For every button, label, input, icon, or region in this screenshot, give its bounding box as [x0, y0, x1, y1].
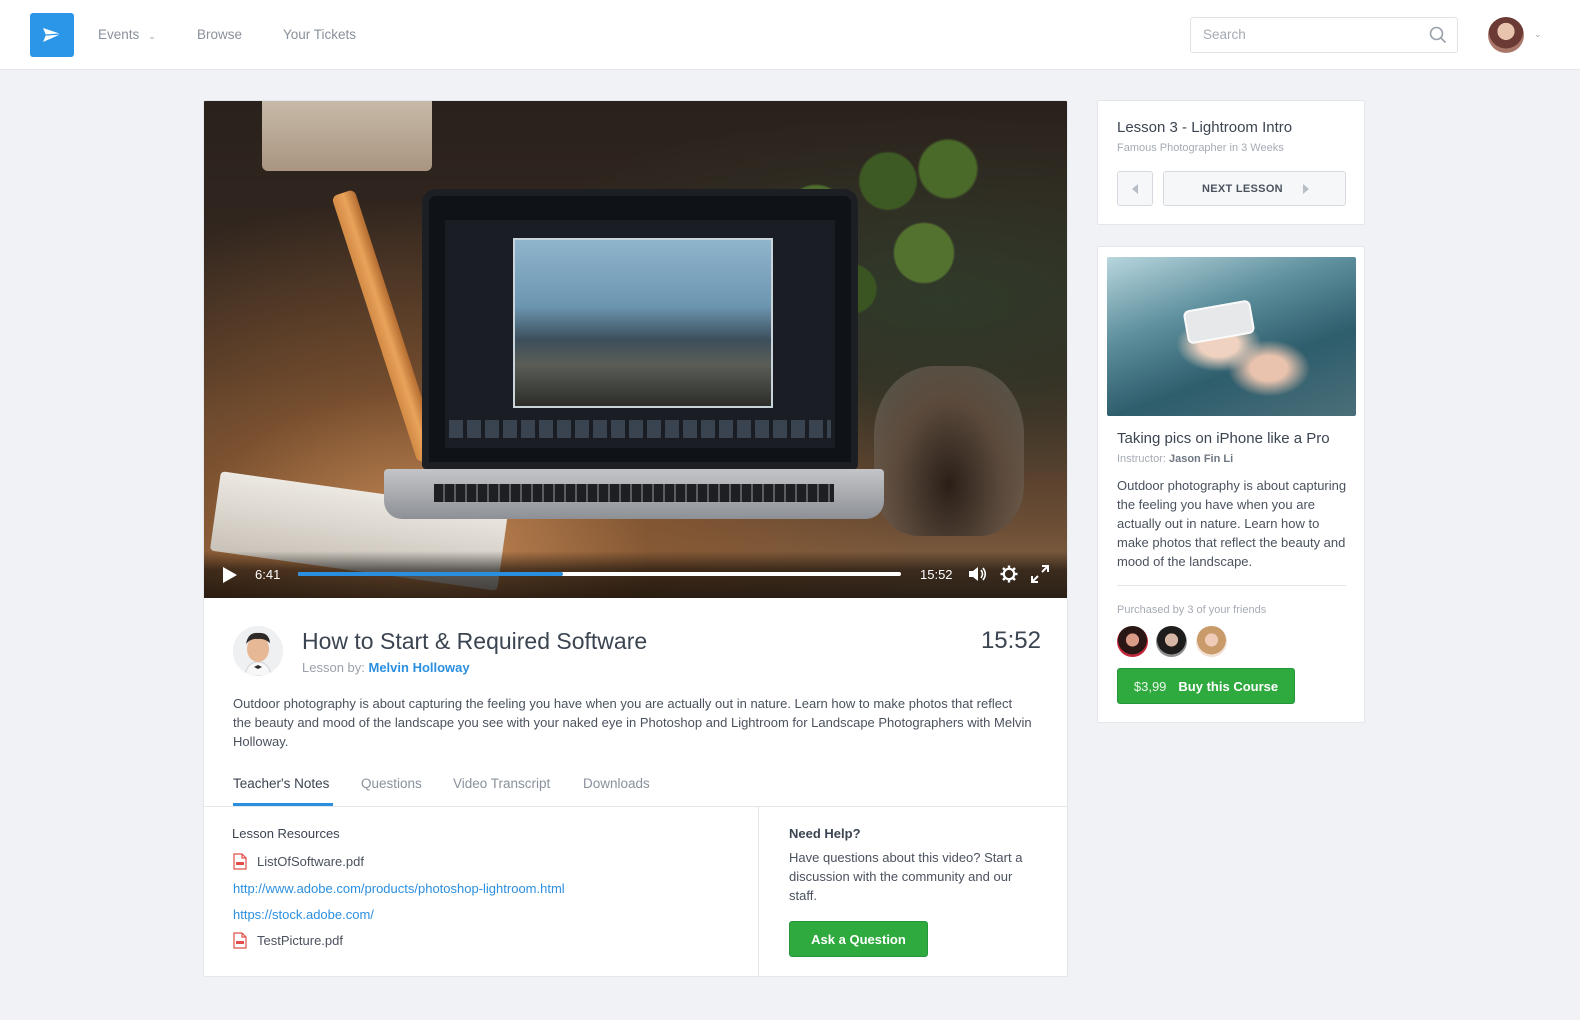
teacher-portrait: [233, 626, 283, 676]
lesson-title: How to Start & Required Software: [302, 628, 648, 654]
course-title[interactable]: Taking pics on iPhone like a Pro: [1117, 430, 1330, 447]
previous-lesson-button[interactable]: [1117, 171, 1153, 206]
teacher-link[interactable]: Melvin Holloway: [369, 660, 470, 675]
lesson-by: Lesson by: Melvin Holloway: [302, 660, 470, 675]
instructor-label: Instructor:: [1117, 453, 1166, 465]
friend-avatar[interactable]: [1196, 626, 1227, 657]
nav-your-tickets[interactable]: Your Tickets: [283, 27, 356, 42]
next-lesson-title: Lesson 3 - Lightroom Intro: [1117, 119, 1293, 136]
video-frame-laptop: [422, 189, 858, 469]
lesson-resources: Lesson Resources ListOfSoftware.pdf http…: [204, 807, 759, 976]
chevron-down-icon: ⌄: [148, 31, 156, 41]
active-tab-indicator: [233, 803, 333, 806]
progress-fill: [298, 572, 564, 576]
total-time: 15:52: [920, 567, 953, 582]
divider: [1117, 585, 1346, 586]
help-text: Have questions about this video? Start a…: [789, 850, 1023, 903]
chevron-left-icon: [1132, 183, 1138, 194]
lesson-tabs: Teacher's Notes Questions Video Transcri…: [204, 766, 1067, 807]
video-frame-screen: [445, 220, 835, 448]
resource-pdf-name: TestPicture.pdf: [257, 933, 343, 948]
video-frame-jar: [874, 366, 1024, 536]
course-description: Outdoor photography is about capturing t…: [1117, 478, 1347, 569]
teacher-avatar[interactable]: [233, 626, 283, 676]
resource-pdf[interactable]: TestPicture.pdf: [233, 932, 343, 949]
nav-browse[interactable]: Browse: [197, 27, 242, 42]
course-thumbnail-phone: [1182, 299, 1256, 345]
help-title: Need Help?: [789, 826, 861, 841]
paper-plane-icon: [43, 28, 62, 42]
friends-label: Purchased by 3 of your friends: [1117, 604, 1267, 616]
progress-bar[interactable]: [298, 572, 901, 576]
tab-questions[interactable]: Questions: [361, 776, 422, 791]
lesson-duration: 15:52: [980, 627, 1041, 654]
lesson-card: 6:41 15:52 How to Start & Required Softw…: [203, 100, 1068, 977]
ask-question-button[interactable]: Ask a Question: [789, 921, 928, 957]
resource-link[interactable]: https://stock.adobe.com/: [233, 907, 374, 922]
chevron-down-icon[interactable]: ⌄: [1534, 29, 1542, 40]
logo[interactable]: [30, 13, 74, 57]
pdf-file-icon: [233, 853, 247, 870]
search-icon[interactable]: [1429, 26, 1447, 44]
video-controls: 6:41 15:52: [204, 551, 1067, 598]
next-lesson-button[interactable]: NEXT LESSON: [1163, 171, 1346, 206]
current-time: 6:41: [255, 567, 281, 582]
help-panel: Need Help? Have questions about this vid…: [760, 807, 1067, 976]
course-instructor: Instructor: Jason Fin Li: [1117, 453, 1233, 465]
chevron-right-icon: [1303, 184, 1309, 194]
nav-events[interactable]: Events ⌄: [98, 27, 156, 42]
nav-events-label: Events: [98, 27, 140, 42]
gear-icon[interactable]: [1000, 565, 1018, 583]
video-frame-keyboard: [434, 484, 834, 502]
tab-teachers-notes[interactable]: Teacher's Notes: [233, 776, 329, 791]
resources-title: Lesson Resources: [232, 826, 340, 841]
top-navbar: Events ⌄ Browse Your Tickets ⌄: [0, 0, 1580, 70]
search-box: [1190, 17, 1458, 53]
course-card: Taking pics on iPhone like a Pro Instruc…: [1097, 246, 1365, 723]
buy-course-button[interactable]: $3,99 Buy this Course: [1117, 668, 1295, 704]
friend-avatar[interactable]: [1117, 626, 1148, 657]
video-frame-lamp: [262, 101, 432, 171]
resource-pdf-name: ListOfSoftware.pdf: [257, 854, 364, 869]
pdf-file-icon: [233, 932, 247, 949]
tab-downloads[interactable]: Downloads: [583, 776, 650, 791]
next-lesson-label: NEXT LESSON: [1202, 183, 1283, 195]
volume-icon[interactable]: [968, 565, 988, 583]
course-price: $3,99: [1133, 678, 1167, 694]
video-player[interactable]: 6:41 15:52: [204, 101, 1067, 598]
resource-pdf[interactable]: ListOfSoftware.pdf: [233, 853, 364, 870]
video-frame-photo: [513, 238, 773, 408]
instructor-name: Jason Fin Li: [1168, 453, 1234, 465]
user-avatar[interactable]: [1488, 17, 1524, 53]
friend-avatar[interactable]: [1156, 626, 1187, 657]
tab-video-transcript[interactable]: Video Transcript: [453, 776, 550, 791]
next-lesson-card: Lesson 3 - Lightroom Intro Famous Photog…: [1097, 100, 1365, 225]
lesson-description: Outdoor photography is about capturing t…: [233, 696, 1032, 749]
play-icon[interactable]: [222, 566, 238, 584]
fullscreen-icon[interactable]: [1031, 565, 1049, 583]
resource-link[interactable]: http://www.adobe.com/products/photoshop-…: [233, 881, 565, 896]
search-input[interactable]: [1203, 27, 1413, 42]
buy-label: Buy this Course: [1178, 678, 1279, 694]
course-thumbnail[interactable]: [1107, 257, 1356, 416]
video-frame-filmstrip: [449, 420, 831, 438]
lesson-by-label: Lesson by:: [302, 660, 365, 675]
next-lesson-subtitle: Famous Photographer in 3 Weeks: [1117, 142, 1284, 154]
